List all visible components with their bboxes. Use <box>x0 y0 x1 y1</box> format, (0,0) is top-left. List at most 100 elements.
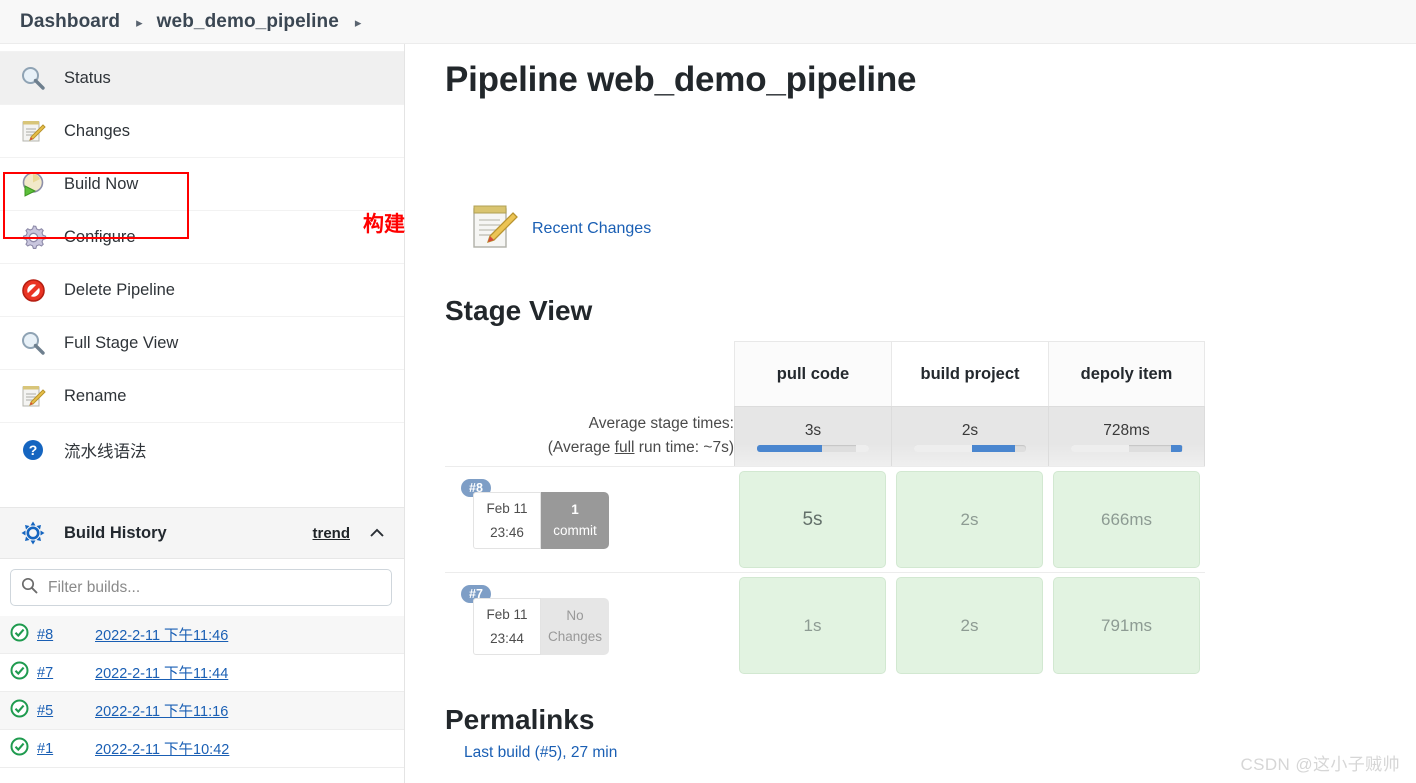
main-content: Pipeline web_demo_pipeline Recent Change… <box>406 44 1416 783</box>
run-commits-box[interactable]: 1 commit <box>541 492 609 549</box>
stage-column-header: build project <box>891 341 1048 406</box>
average-time-cell: 3s <box>734 406 891 466</box>
build-filter-box[interactable] <box>10 569 392 606</box>
build-number-link[interactable]: #8 <box>37 627 95 643</box>
avg-suffix: run time: ~7s) <box>634 439 734 456</box>
stage-duration: 1s <box>739 577 886 674</box>
chevron-up-icon[interactable] <box>368 524 386 542</box>
build-date-link[interactable]: 2022-2-11 下午11:46 <box>95 624 228 645</box>
stage-result-cell[interactable]: 5s <box>734 466 891 572</box>
build-history-item[interactable]: #7 2022-2-11 下午11:44 <box>0 654 404 692</box>
notepad-pencil-icon <box>18 381 48 411</box>
stage-duration-bar <box>1070 444 1183 452</box>
sidebar: Back to Dashboard Status <box>0 44 405 783</box>
recent-changes-label[interactable]: Recent Changes <box>532 220 651 238</box>
build-number-link[interactable]: #7 <box>37 665 95 681</box>
notepad-pencil-icon <box>468 200 520 257</box>
sidebar-item-pipeline-syntax[interactable]: ? 流水线语法 <box>0 423 404 476</box>
breadcrumb-item-dashboard[interactable]: Dashboard <box>20 11 120 33</box>
watermark: CSDN @这小子贼帅 <box>1240 755 1400 774</box>
recent-changes-link-row[interactable]: Recent Changes <box>468 200 1416 257</box>
up-arrow-icon <box>18 44 48 57</box>
jenkins-pipeline-page: Dashboard ▸ web_demo_pipeline ▸ Back to … <box>0 0 1416 783</box>
average-time-value: 3s <box>804 421 822 439</box>
build-date-link[interactable]: 2022-2-11 下午11:44 <box>95 662 228 683</box>
stage-view-table: pull code build project depoly item Aver… <box>445 341 1205 678</box>
build-date-link[interactable]: 2022-2-11 下午10:42 <box>95 738 229 759</box>
build-number-link[interactable]: #5 <box>37 703 95 719</box>
sidebar-item-label: 流水线语法 <box>64 442 147 461</box>
build-history-item[interactable]: #5 2022-2-11 下午11:16 <box>0 692 404 730</box>
run-commit-word: Changes <box>547 628 603 644</box>
avg-underline: full <box>614 439 635 456</box>
breadcrumb: Dashboard ▸ web_demo_pipeline ▸ <box>0 0 1416 44</box>
sidebar-item-label: Status <box>64 68 111 87</box>
check-circle-icon <box>10 737 29 761</box>
stage-result-cell[interactable]: 666ms <box>1048 466 1205 572</box>
build-number-link[interactable]: #1 <box>37 741 95 757</box>
stage-duration: 5s <box>739 471 886 568</box>
run-info-cell: #8 Feb 11 23:46 1 commit <box>445 466 734 572</box>
stage-duration: 666ms <box>1053 471 1200 568</box>
build-history-item[interactable]: #8 2022-2-11 下午11:46 <box>0 616 404 654</box>
sidebar-item-label: Rename <box>64 386 127 405</box>
no-entry-icon <box>18 275 48 305</box>
breadcrumb-dropdown-icon[interactable]: ▸ <box>355 15 362 31</box>
stage-result-cell[interactable]: 791ms <box>1048 572 1205 678</box>
stage-duration: 791ms <box>1053 577 1200 674</box>
stage-duration: 2s <box>896 471 1043 568</box>
stage-result-cell[interactable]: 2s <box>891 572 1048 678</box>
stage-duration-bar <box>757 444 869 452</box>
run-date: Feb 11 <box>486 500 528 516</box>
run-info-cell: #7 Feb 11 23:44 No Changes <box>445 572 734 678</box>
sidebar-item-back-to-dashboard[interactable]: Back to Dashboard <box>0 44 404 52</box>
run-time: 23:46 <box>490 524 524 540</box>
magnifier-icon <box>18 63 48 93</box>
average-time-cell: 728ms <box>1048 406 1205 466</box>
build-date-link[interactable]: 2022-2-11 下午11:16 <box>95 700 228 721</box>
build-history-item[interactable]: #1 2022-2-11 下午10:42 <box>0 730 404 768</box>
sidebar-item-label: Delete Pipeline <box>64 280 175 299</box>
stage-header-blank <box>445 341 734 406</box>
build-history-list: #8 2022-2-11 下午11:46 #7 2022-2-11 下午11:4… <box>0 616 404 768</box>
sidebar-item-delete-pipeline[interactable]: Delete Pipeline <box>0 264 404 317</box>
filter-builds-input[interactable] <box>46 577 381 598</box>
sidebar-item-rename[interactable]: Rename <box>0 370 404 423</box>
gear-icon <box>18 222 48 252</box>
stage-column-header: depoly item <box>1048 341 1205 406</box>
avg-prefix: (Average <box>547 439 615 456</box>
sidebar-item-status[interactable]: Status <box>0 52 404 105</box>
sidebar-item-full-stage-view[interactable]: Full Stage View <box>0 317 404 370</box>
average-time-value: 2s <box>961 421 979 439</box>
stage-view-title: Stage View <box>445 295 593 326</box>
notepad-pencil-icon <box>18 116 48 146</box>
magnifier-icon <box>18 328 48 358</box>
stage-run-row[interactable]: #8 Feb 11 23:46 1 commit 5s 2s 666ms <box>445 466 1205 572</box>
sidebar-item-label: Changes <box>64 121 131 140</box>
check-circle-icon <box>10 699 29 723</box>
run-commit-box: Feb 11 23:46 1 commit <box>473 492 609 549</box>
annotation-label: 构建 <box>363 213 405 236</box>
sidebar-item-configure[interactable]: Configure <box>0 211 404 264</box>
run-date-box: Feb 11 23:46 <box>473 492 541 549</box>
sidebar-item-label: Build Now <box>64 174 139 193</box>
run-date-box: Feb 11 23:44 <box>473 598 541 655</box>
run-commit-count: 1 <box>571 502 579 518</box>
run-commits-box[interactable]: No Changes <box>541 598 609 655</box>
breadcrumb-separator-icon: ▸ <box>136 14 143 30</box>
breadcrumb-item-pipeline[interactable]: web_demo_pipeline <box>157 11 339 33</box>
build-history-header: Build History trend <box>0 507 404 559</box>
permalinks-title: Permalinks <box>445 704 595 735</box>
run-commit-box: Feb 11 23:44 No Changes <box>473 598 609 655</box>
build-trend-link[interactable]: trend <box>313 525 351 542</box>
page-title: Pipeline web_demo_pipeline <box>445 60 917 99</box>
run-date: Feb 11 <box>486 606 528 622</box>
sidebar-item-changes[interactable]: Changes <box>0 105 404 158</box>
svg-text:?: ? <box>29 442 38 458</box>
sidebar-item-build-now[interactable]: Build Now <box>0 158 404 211</box>
stage-result-cell[interactable]: 2s <box>891 466 1048 572</box>
stage-result-cell[interactable]: 1s <box>734 572 891 678</box>
check-circle-icon <box>10 623 29 647</box>
check-circle-icon <box>10 661 29 685</box>
stage-run-row[interactable]: #7 Feb 11 23:44 No Changes 1s 2s 791ms <box>445 572 1205 678</box>
